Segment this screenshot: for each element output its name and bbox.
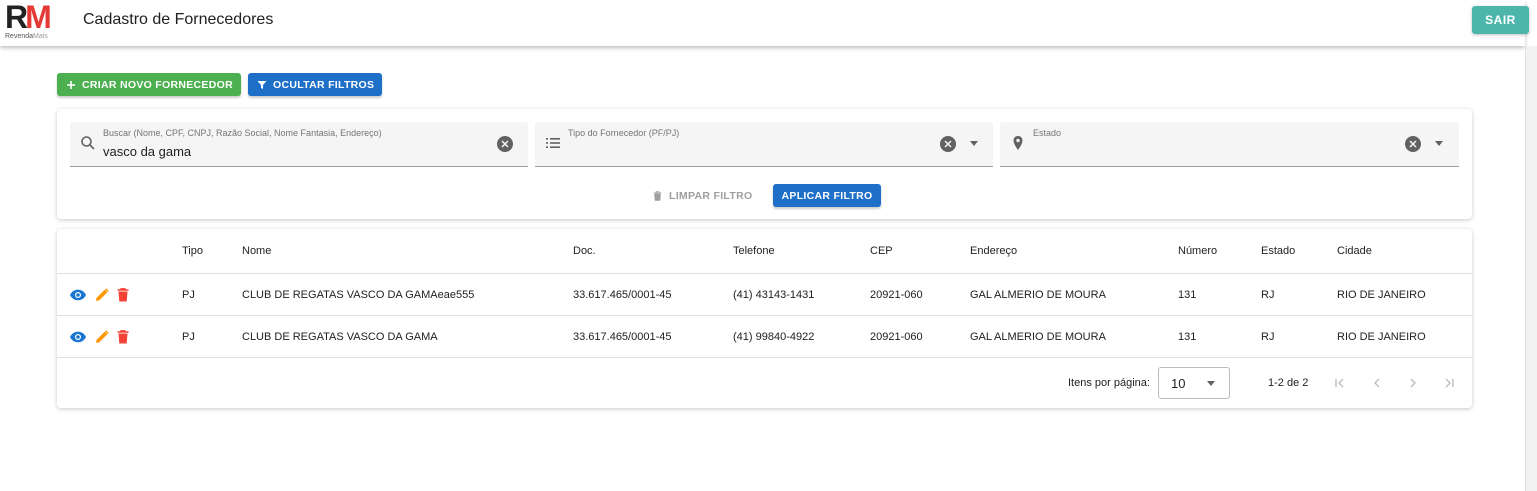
column-header-telefone[interactable]: Telefone	[733, 229, 775, 273]
trash-icon	[653, 190, 662, 201]
cell-doc: 33.617.465/0001-45	[573, 288, 672, 301]
cell-cep: 20921-060	[870, 330, 923, 343]
cell-cidade: RIO DE JANEIRO	[1337, 330, 1426, 343]
next-page-icon[interactable]	[1403, 373, 1423, 393]
cell-numero: 131	[1178, 288, 1197, 301]
chevron-down-icon[interactable]	[1435, 141, 1443, 146]
filter-panel: Buscar (Nome, CPF, CNPJ, Razão Social, N…	[57, 109, 1472, 219]
cell-endereco: GAL ALMERIO DE MOURA	[970, 288, 1106, 301]
brand-logo: RM RevendaMais	[5, 0, 61, 42]
cell-tipo: PJ	[182, 288, 195, 301]
supplier-type-label: Tipo do Fornecedor (PF/PJ)	[568, 128, 680, 138]
cell-numero: 131	[1178, 330, 1197, 343]
search-field[interactable]: Buscar (Nome, CPF, CNPJ, Razão Social, N…	[70, 122, 528, 167]
hide-filters-label: OCULTAR FILTROS	[273, 78, 375, 91]
cell-estado: RJ	[1261, 330, 1275, 343]
list-icon	[546, 138, 560, 148]
search-field-label: Buscar (Nome, CPF, CNPJ, Razão Social, N…	[103, 128, 382, 138]
table-row: PJ CLUB DE REGATAS VASCO DA GAMA 33.617.…	[57, 316, 1472, 358]
clear-filter-label: LIMPAR FILTRO	[669, 189, 753, 202]
cell-estado: RJ	[1261, 288, 1275, 301]
table-header: Tipo Nome Doc. Telefone CEP Endereço Núm…	[57, 229, 1472, 274]
apply-filter-button[interactable]: APLICAR FILTRO	[773, 184, 881, 207]
page-title: Cadastro de Fornecedores	[83, 11, 274, 28]
cell-tipo: PJ	[182, 330, 195, 343]
clear-filter-button[interactable]: LIMPAR FILTRO	[653, 184, 752, 207]
cell-telefone: (41) 43143-1431	[733, 288, 815, 301]
state-label: Estado	[1033, 128, 1062, 138]
cell-telefone: (41) 99840-4922	[733, 330, 815, 343]
supplier-type-select[interactable]: Tipo do Fornecedor (PF/PJ)	[535, 122, 993, 167]
cell-nome: CLUB DE REGATAS VASCO DA GAMA	[242, 330, 438, 343]
cell-doc: 33.617.465/0001-45	[573, 330, 672, 343]
column-header-cep[interactable]: CEP	[870, 229, 893, 273]
cell-cidade: RIO DE JANEIRO	[1337, 288, 1426, 301]
eye-icon[interactable]	[69, 331, 87, 343]
column-header-estado[interactable]: Estado	[1261, 229, 1295, 273]
column-header-cidade[interactable]: Cidade	[1337, 229, 1372, 273]
location-pin-icon	[1013, 136, 1023, 150]
search-input[interactable]: vasco da gama	[103, 144, 191, 159]
clear-search-icon[interactable]	[497, 136, 513, 152]
column-header-nome[interactable]: Nome	[242, 229, 271, 273]
items-per-page-value: 10	[1171, 376, 1186, 391]
search-icon	[81, 136, 95, 150]
row-actions	[69, 316, 129, 357]
logo-sub-mais: Mais	[33, 33, 48, 40]
column-header-tipo[interactable]: Tipo	[182, 229, 203, 273]
cell-cep: 20921-060	[870, 288, 923, 301]
row-actions	[69, 274, 129, 315]
chevron-down-icon	[1207, 381, 1215, 386]
logout-button[interactable]: SAIR	[1472, 6, 1529, 34]
logo-letter-r: R	[5, 0, 28, 35]
trash-icon[interactable]	[117, 287, 129, 302]
plus-icon	[67, 80, 75, 89]
column-header-numero[interactable]: Número	[1178, 229, 1217, 273]
trash-icon[interactable]	[117, 329, 129, 344]
last-page-icon[interactable]	[1439, 373, 1459, 393]
column-header-doc[interactable]: Doc.	[573, 229, 596, 273]
create-supplier-button[interactable]: CRIAR NOVO FORNECEDOR	[57, 73, 241, 96]
prev-page-icon[interactable]	[1367, 373, 1387, 393]
first-page-icon[interactable]	[1330, 373, 1350, 393]
table-row: PJ CLUB DE REGATAS VASCO DA GAMAeae555 3…	[57, 274, 1472, 316]
vertical-scrollbar[interactable]	[1525, 46, 1537, 491]
clear-type-icon[interactable]	[940, 136, 956, 152]
suppliers-table: Tipo Nome Doc. Telefone CEP Endereço Núm…	[57, 229, 1472, 408]
paginator: Itens por página: 10 1-2 de 2	[57, 358, 1472, 408]
column-header-endereco[interactable]: Endereço	[970, 229, 1017, 273]
pencil-icon[interactable]	[95, 287, 109, 302]
cell-endereco: GAL ALMERIO DE MOURA	[970, 330, 1106, 343]
eye-icon[interactable]	[69, 289, 87, 301]
logo-letter-m: M	[25, 0, 52, 35]
filter-icon	[257, 80, 267, 89]
items-per-page-label: Itens por página:	[1068, 377, 1150, 389]
cell-nome: CLUB DE REGATAS VASCO DA GAMAeae555	[242, 288, 475, 301]
create-supplier-label: CRIAR NOVO FORNECEDOR	[82, 78, 233, 91]
clear-state-icon[interactable]	[1405, 136, 1421, 152]
logo-sub-main: Revenda	[5, 33, 34, 40]
page-range-label: 1-2 de 2	[1268, 377, 1309, 389]
chevron-down-icon[interactable]	[970, 141, 978, 146]
hide-filters-button[interactable]: OCULTAR FILTROS	[248, 73, 382, 96]
app-header: RM RevendaMais Cadastro de Fornecedores …	[0, 0, 1529, 46]
state-select[interactable]: Estado	[1000, 122, 1459, 167]
items-per-page-select[interactable]: 10	[1158, 367, 1230, 399]
pencil-icon[interactable]	[95, 329, 109, 344]
